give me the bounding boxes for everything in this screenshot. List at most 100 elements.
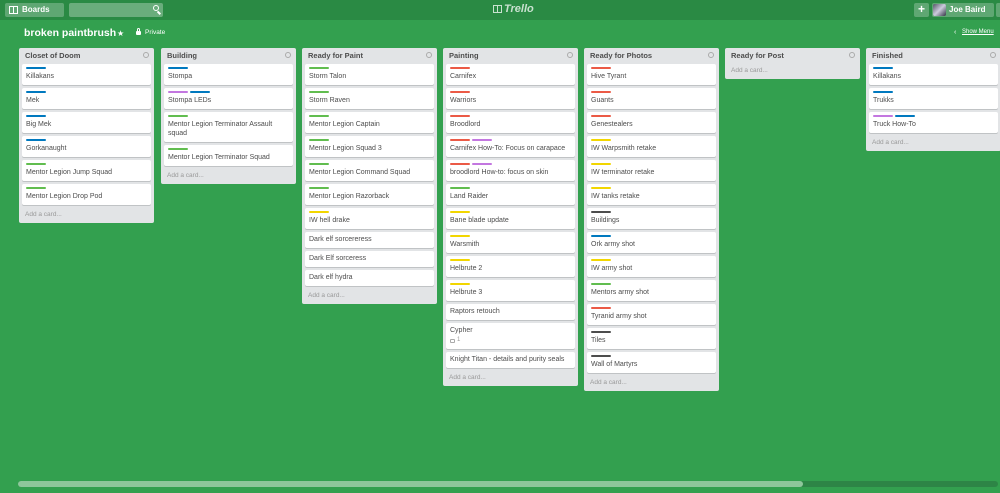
list-menu-icon[interactable]: [849, 52, 855, 58]
list-header: Closet of Doom: [22, 51, 151, 64]
board-title[interactable]: broken paintbrush: [24, 27, 116, 39]
card-labels: [873, 115, 994, 117]
list-menu-icon[interactable]: [708, 52, 714, 58]
add-card-link[interactable]: Add a card...: [728, 64, 857, 75]
card[interactable]: Guants: [587, 88, 716, 109]
card[interactable]: Cypher 1: [446, 323, 575, 349]
list-title[interactable]: Painting: [446, 51, 575, 61]
card[interactable]: IW Warpsmith retake: [587, 136, 716, 157]
trello-logo[interactable]: Trello: [493, 3, 534, 15]
card[interactable]: Mentor Legion Terminator Assault squad: [164, 112, 293, 142]
card[interactable]: Killakans: [22, 64, 151, 85]
list-menu-icon[interactable]: [285, 52, 291, 58]
card[interactable]: Mentors army shot: [587, 280, 716, 301]
card[interactable]: Helbrute 2: [446, 256, 575, 277]
card[interactable]: Dark elf hydra: [305, 270, 434, 286]
card[interactable]: Raptors retouch: [446, 304, 575, 320]
card[interactable]: Mentor Legion Razorback: [305, 184, 434, 205]
card[interactable]: Buildings: [587, 208, 716, 229]
card[interactable]: Mentor Legion Drop Pod: [22, 184, 151, 205]
card[interactable]: Gorkanaught: [22, 136, 151, 157]
list-title[interactable]: Closet of Doom: [22, 51, 151, 61]
card[interactable]: Broodlord: [446, 112, 575, 133]
horizontal-scrollbar[interactable]: [18, 481, 998, 487]
card-labels: [168, 115, 289, 117]
card[interactable]: Wall of Martyrs: [587, 352, 716, 373]
card-title: Stompa: [168, 73, 193, 80]
card[interactable]: Stompa: [164, 64, 293, 85]
list-title[interactable]: Finished: [869, 51, 998, 61]
card[interactable]: Trukks: [869, 88, 998, 109]
list-title[interactable]: Ready for Photos: [587, 51, 716, 61]
user-menu-button[interactable]: Joe Baird: [932, 3, 994, 17]
label-red: [450, 91, 470, 93]
add-card-link[interactable]: Add a card...: [446, 371, 575, 382]
card[interactable]: Storm Talon: [305, 64, 434, 85]
card[interactable]: Bane blade update: [446, 208, 575, 229]
list-menu-icon[interactable]: [567, 52, 573, 58]
show-menu-link[interactable]: ‹ Show Menu: [954, 29, 994, 36]
add-card-link[interactable]: Add a card...: [587, 376, 716, 387]
add-card-link[interactable]: Add a card...: [164, 169, 293, 180]
card[interactable]: Mentor Legion Terminator Squad: [164, 145, 293, 166]
add-card-link[interactable]: Add a card...: [869, 136, 998, 147]
add-card-link[interactable]: Add a card...: [305, 289, 434, 300]
list-title[interactable]: Ready for Post: [728, 51, 857, 61]
card-title: Mentor Legion Squad 3: [309, 145, 382, 152]
add-card-link[interactable]: Add a card...: [22, 208, 151, 219]
card[interactable]: Storm Raven: [305, 88, 434, 109]
label-yellow: [591, 163, 611, 165]
card[interactable]: Tiles: [587, 328, 716, 349]
board-privacy[interactable]: Private: [145, 29, 165, 36]
card[interactable]: IW army shot: [587, 256, 716, 277]
card-labels: [450, 91, 571, 93]
list-menu-icon[interactable]: [143, 52, 149, 58]
card[interactable]: Mentor Legion Squad 3: [305, 136, 434, 157]
card[interactable]: Knight Titan - details and purity seals: [446, 352, 575, 368]
list-title[interactable]: Building: [164, 51, 293, 61]
card[interactable]: Mentor Legion Command Squad: [305, 160, 434, 181]
card[interactable]: Dark elf sorcereress: [305, 232, 434, 248]
add-button[interactable]: +: [914, 3, 929, 17]
notifications-button[interactable]: [996, 3, 1000, 17]
card-title: Dark elf hydra: [309, 274, 353, 281]
card[interactable]: Carnifex: [446, 64, 575, 85]
card[interactable]: IW terminator retake: [587, 160, 716, 181]
card[interactable]: IW tanks retake: [587, 184, 716, 205]
card[interactable]: Dark Elf sorceress: [305, 251, 434, 267]
card[interactable]: Stompa LEDs: [164, 88, 293, 109]
card-labels: [450, 283, 571, 285]
card[interactable]: Land Raider: [446, 184, 575, 205]
card[interactable]: Hive Tyrant: [587, 64, 716, 85]
card[interactable]: Mek: [22, 88, 151, 109]
card-title: Mek: [26, 97, 40, 104]
card-title: Warriors: [450, 97, 477, 104]
card[interactable]: Warsmith: [446, 232, 575, 253]
card[interactable]: broodlord How-to: focus on skin: [446, 160, 575, 181]
card-labels: [26, 67, 147, 69]
card[interactable]: Truck How-To: [869, 112, 998, 133]
card[interactable]: Tyranid army shot: [587, 304, 716, 325]
boards-button[interactable]: Boards: [5, 3, 64, 17]
card[interactable]: Genestealers: [587, 112, 716, 133]
scrollbar-thumb[interactable]: [18, 481, 803, 487]
card-labels: [591, 259, 712, 261]
card-title: Dark Elf sorceress: [309, 255, 367, 262]
label-red: [591, 67, 611, 69]
list-menu-icon[interactable]: [990, 52, 996, 58]
card[interactable]: Big Mek: [22, 112, 151, 133]
card-labels: [309, 67, 430, 69]
search-input[interactable]: [69, 3, 163, 17]
card[interactable]: Carnifex How-To: Focus on carapace: [446, 136, 575, 157]
card[interactable]: Mentor Legion Captain: [305, 112, 434, 133]
star-icon[interactable]: ★: [117, 29, 124, 38]
card[interactable]: Killakans: [869, 64, 998, 85]
list-title[interactable]: Ready for Paint: [305, 51, 434, 61]
list-menu-icon[interactable]: [426, 52, 432, 58]
card[interactable]: Helbrute 3: [446, 280, 575, 301]
card[interactable]: IW hell drake: [305, 208, 434, 229]
card[interactable]: Mentor Legion Jump Squad: [22, 160, 151, 181]
search-icon[interactable]: [153, 5, 159, 11]
card[interactable]: Warriors: [446, 88, 575, 109]
card[interactable]: Ork army shot: [587, 232, 716, 253]
